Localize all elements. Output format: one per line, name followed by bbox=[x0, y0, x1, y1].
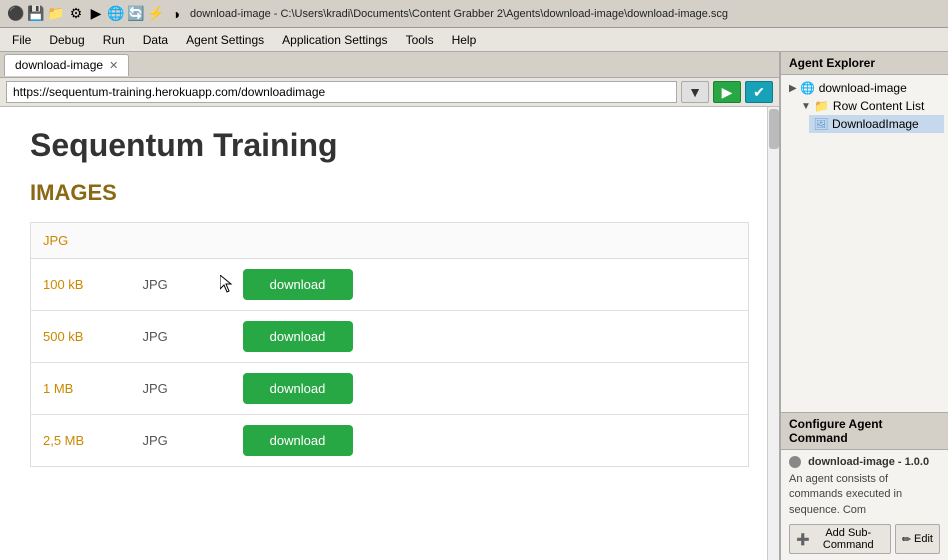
web-content: Sequentum Training IMAGES JPG 100 kB JPG… bbox=[0, 107, 779, 560]
scrollbar-track[interactable] bbox=[767, 107, 779, 560]
download-button-2[interactable]: download bbox=[243, 321, 353, 352]
edit-label: Edit bbox=[914, 533, 933, 545]
table-row: 500 kB JPG download bbox=[31, 311, 749, 363]
dropdown-button[interactable]: ▼ bbox=[681, 81, 709, 103]
globe-tree-icon: 🌐 bbox=[800, 81, 816, 95]
tab-bar: download-image ✕ bbox=[0, 52, 779, 78]
menu-run[interactable]: Run bbox=[95, 31, 133, 49]
configure-actions: ➕ Add Sub-Command ✏ Edit bbox=[789, 524, 940, 554]
right-panel: Agent Explorer ▶ 🌐 download-image ▼ 📁 Ro… bbox=[780, 52, 948, 560]
download-button-3[interactable]: download bbox=[243, 373, 353, 404]
configure-panel: Configure Agent Command download-image -… bbox=[781, 412, 948, 560]
action-cell-3: download bbox=[231, 363, 749, 415]
tree-expand-icon: ▶ bbox=[789, 83, 797, 94]
size-cell-2: 500 kB bbox=[31, 311, 131, 363]
tab-close-button[interactable]: ✕ bbox=[109, 59, 118, 72]
edit-button[interactable]: ✏ Edit bbox=[895, 524, 940, 554]
tree-item-root[interactable]: ▶ 🌐 download-image bbox=[785, 79, 944, 97]
agent-tree: ▶ 🌐 download-image ▼ 📁 Row Content List … bbox=[781, 75, 948, 412]
run-icon[interactable]: ▶ bbox=[88, 6, 104, 22]
browser-tab[interactable]: download-image ✕ bbox=[4, 54, 129, 76]
agent-version-label: download-image - 1.0.0 bbox=[789, 456, 940, 468]
header-empty-1 bbox=[131, 223, 231, 259]
action-cell-4: download bbox=[231, 415, 749, 467]
configure-body: download-image - 1.0.0 An agent consists… bbox=[781, 450, 948, 560]
navigate-button[interactable]: ▶ bbox=[713, 81, 741, 103]
globe-title-icon[interactable]: 🌐 bbox=[108, 6, 124, 22]
agent-explorer-header: Agent Explorer bbox=[781, 52, 948, 75]
header-empty-2 bbox=[231, 223, 749, 259]
images-table: JPG 100 kB JPG download 500 kB JPG bbox=[30, 222, 749, 467]
add-sub-command-label: Add Sub-Command bbox=[813, 527, 884, 551]
app-icon: ⚫ bbox=[8, 6, 24, 22]
window-title: download-image - C:\Users\kradi\Document… bbox=[190, 8, 728, 20]
page-subtitle: IMAGES bbox=[30, 180, 749, 206]
menu-file[interactable]: File bbox=[4, 31, 39, 49]
type-cell-3: JPG bbox=[131, 363, 231, 415]
page-title: Sequentum Training bbox=[30, 127, 749, 164]
agent-dot-icon bbox=[789, 456, 801, 468]
edit-icon: ✏ bbox=[902, 533, 911, 546]
half-circle-icon[interactable]: ◑ bbox=[168, 6, 184, 22]
agent-name-text: download-image - 1.0.0 bbox=[808, 456, 929, 468]
scrollbar-thumb[interactable] bbox=[769, 109, 779, 149]
download-button-1[interactable]: download bbox=[243, 269, 353, 300]
tree-item-row-content[interactable]: ▼ 📁 Row Content List bbox=[797, 97, 944, 115]
refresh-title-icon[interactable]: 🔄 bbox=[128, 6, 144, 22]
size-cell-4: 2,5 MB bbox=[31, 415, 131, 467]
tree-row-content-label: Row Content List bbox=[833, 99, 924, 113]
tree-expand-icon-2: ▼ bbox=[801, 101, 811, 112]
tree-item-download-image[interactable]: 🖼 DownloadImage bbox=[809, 115, 944, 133]
header-col: JPG bbox=[31, 223, 131, 259]
menu-tools[interactable]: Tools bbox=[398, 31, 442, 49]
size-cell-3: 1 MB bbox=[31, 363, 131, 415]
save-icon[interactable]: 💾 bbox=[28, 6, 44, 22]
action-cell-1: download bbox=[231, 259, 749, 311]
open-icon[interactable]: 📁 bbox=[48, 6, 64, 22]
menu-agent-settings[interactable]: Agent Settings bbox=[178, 31, 272, 49]
tree-download-image-label: DownloadImage bbox=[832, 117, 919, 131]
menu-bar: File Debug Run Data Agent Settings Appli… bbox=[0, 28, 948, 52]
page-tree-icon: 🖼 bbox=[813, 117, 829, 131]
download-button-4[interactable]: download bbox=[243, 425, 353, 456]
action-cell-2: download bbox=[231, 311, 749, 363]
configure-header: Configure Agent Command bbox=[781, 413, 948, 450]
title-bar: ⚫ 💾 📁 ⚙ ▶ 🌐 🔄 ⚡ ◑ download-image - C:\Us… bbox=[0, 0, 948, 28]
agent-description: An agent consists of commands executed i… bbox=[789, 472, 940, 518]
folder-tree-icon: 📁 bbox=[814, 99, 830, 113]
add-sub-command-button[interactable]: ➕ Add Sub-Command bbox=[789, 524, 891, 554]
menu-data[interactable]: Data bbox=[135, 31, 176, 49]
menu-debug[interactable]: Debug bbox=[41, 31, 92, 49]
tree-root-label: download-image bbox=[819, 81, 907, 95]
address-input[interactable] bbox=[6, 81, 677, 103]
plus-icon: ➕ bbox=[796, 533, 810, 546]
type-cell-1: JPG bbox=[131, 259, 231, 311]
size-cell-1: 100 kB bbox=[31, 259, 131, 311]
table-row: 100 kB JPG download bbox=[31, 259, 749, 311]
type-cell-4: JPG bbox=[131, 415, 231, 467]
menu-help[interactable]: Help bbox=[444, 31, 485, 49]
table-header-row: JPG bbox=[31, 223, 749, 259]
tab-label: download-image bbox=[15, 58, 103, 72]
lightning-icon[interactable]: ⚡ bbox=[148, 6, 164, 22]
menu-app-settings[interactable]: Application Settings bbox=[274, 31, 395, 49]
verify-button[interactable]: ✔ bbox=[745, 81, 773, 103]
browser-panel: download-image ✕ ▼ ▶ ✔ Sequentum Trainin… bbox=[0, 52, 780, 560]
type-cell-2: JPG bbox=[131, 311, 231, 363]
address-bar: ▼ ▶ ✔ bbox=[0, 78, 779, 107]
settings-icon[interactable]: ⚙ bbox=[68, 6, 84, 22]
table-row: 2,5 MB JPG download bbox=[31, 415, 749, 467]
table-row: 1 MB JPG download bbox=[31, 363, 749, 415]
